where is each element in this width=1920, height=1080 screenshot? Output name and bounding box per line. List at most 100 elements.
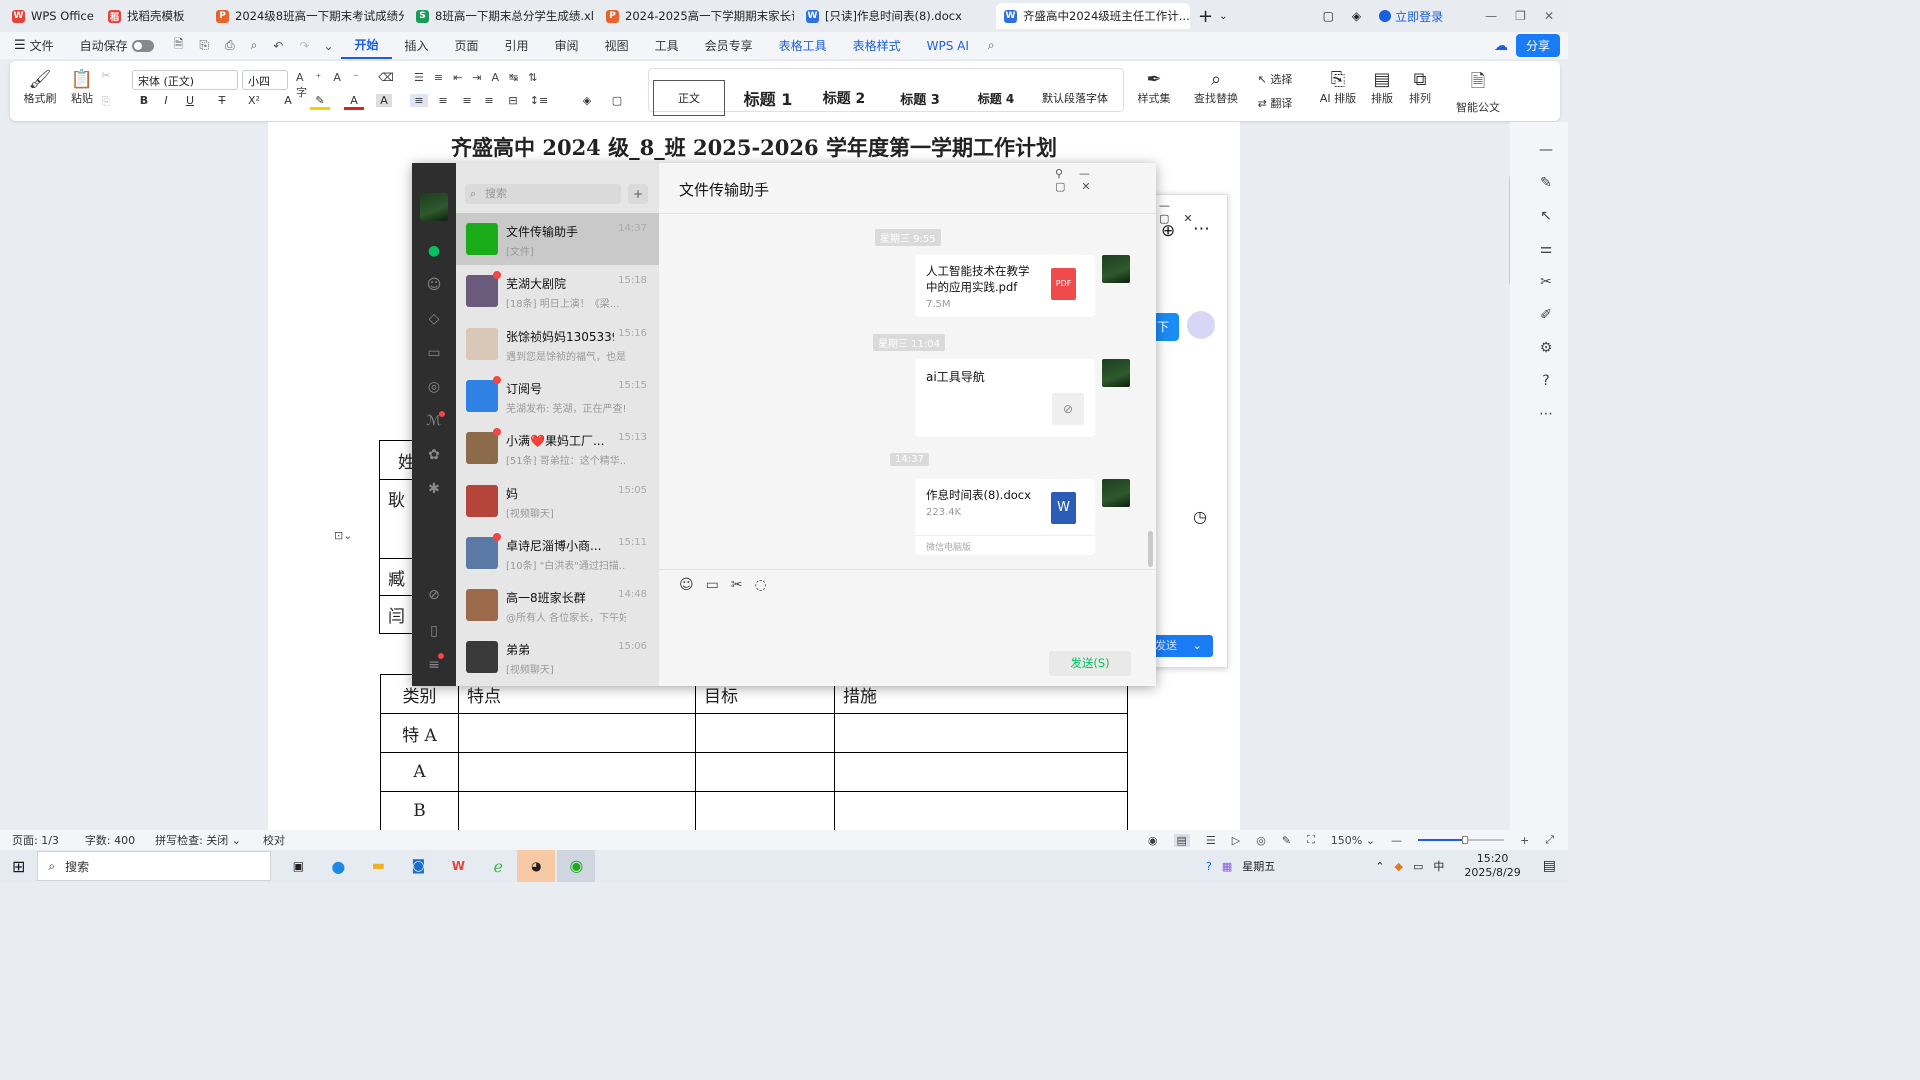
clear-format-icon[interactable]: ⌫ — [378, 71, 394, 84]
autosave-toggle[interactable] — [131, 39, 154, 52]
add-contact-button[interactable]: + — [628, 184, 648, 204]
copy-icon[interactable]: ⎘ — [98, 95, 114, 109]
chevron-up-icon[interactable]: ⌃ — [1375, 860, 1384, 873]
underline-button[interactable]: U — [180, 94, 200, 107]
list-item[interactable]: 张馀祯妈妈1305339... 15:16 遇到您是馀祯的福气，也是... — [456, 318, 659, 370]
chat-history-icon[interactable]: ◌ — [755, 577, 779, 593]
menu-insert[interactable]: 插入 — [392, 32, 442, 59]
menu-home[interactable]: 开始 — [341, 32, 392, 59]
sender-avatar[interactable] — [1102, 479, 1130, 507]
list-tools[interactable]: ☰≡⇤⇥A↹⇅ — [414, 71, 614, 84]
clock[interactable]: 15:20 2025/8/29 — [1464, 852, 1520, 880]
format-brush-button[interactable]: 🖌 格式刷 — [20, 69, 60, 106]
link-icon[interactable]: ⊘ — [426, 587, 442, 603]
save-icon[interactable]: 🗎 — [174, 35, 184, 56]
style-heading-2[interactable]: 标题 2 — [809, 80, 879, 116]
help-icon[interactable]: ? — [1536, 365, 1556, 398]
align-center-icon[interactable]: ≡ — [434, 94, 452, 107]
eye-icon[interactable]: ◉ — [1148, 834, 1158, 847]
list-item[interactable]: 小满❤️果妈工厂... 15:13 [51条] 哥弟拉：这个精华... — [456, 422, 659, 474]
edit-icon[interactable]: ✐ — [1536, 299, 1556, 332]
italic-button[interactable]: I — [156, 94, 176, 107]
edge-icon[interactable]: ● — [323, 857, 353, 876]
sender-avatar[interactable] — [1102, 359, 1130, 387]
minimize-icon[interactable]: — — [1485, 9, 1497, 23]
web-view-icon[interactable]: ◎ — [1256, 834, 1266, 847]
folder-icon[interactable]: ▭ — [426, 345, 442, 361]
justify-icon[interactable]: ≡ — [480, 94, 498, 107]
table-handle-icon[interactable]: ⊡⌄ — [334, 529, 364, 545]
tab-ppt-parent-class[interactable]: P2024-2025高一下学期期末家长课堂... — [598, 3, 794, 29]
chevron-down-icon[interactable]: ⌄ — [1219, 11, 1227, 22]
cut-icon[interactable]: ✂ — [98, 69, 114, 82]
restore-icon[interactable]: ❐ — [1515, 9, 1526, 23]
zoom-level[interactable]: 150% ⌄ — [1331, 834, 1375, 847]
wechat-search-input[interactable]: ⌕ 搜索 — [465, 184, 621, 204]
send-button-behind[interactable]: 发送 ⌄ — [1151, 635, 1213, 657]
my-avatar[interactable] — [420, 193, 448, 221]
spell-check-status[interactable]: 拼写检查: 关闭 ⌄ — [155, 832, 241, 848]
menu-tools[interactable]: 工具 — [642, 32, 692, 59]
style-default-para[interactable]: 默认段落字体 — [1037, 80, 1113, 116]
tab-docx-schedule[interactable]: W [只读]作息时间表(8).docx — [798, 3, 992, 29]
shading-icon[interactable]: ◈ — [576, 94, 598, 107]
login-button[interactable]: 立即登录 — [1379, 8, 1443, 25]
link-message[interactable]: ai工具导航 ⊘ — [915, 359, 1095, 437]
menu-vip[interactable]: 会员专享 — [692, 32, 766, 59]
font-color-icon[interactable]: A — [344, 94, 364, 110]
list-item[interactable]: 订阅号 15:15 芜湖发布: 芜湖，正在严查! — [456, 370, 659, 422]
ime-indicator[interactable]: 中 — [1433, 858, 1444, 874]
style-heading-4[interactable]: 标题 4 — [961, 80, 1031, 116]
tab-docx-work-plan[interactable]: W 齐盛高中2024级班主任工作计... — [996, 3, 1190, 29]
more-icon[interactable]: ⋯ — [1193, 219, 1210, 239]
page-view-icon[interactable]: ▤ — [1173, 833, 1190, 847]
page-indicator[interactable]: 页面: 1/3 — [12, 832, 59, 848]
menu-review[interactable]: 审阅 — [542, 32, 592, 59]
print-icon[interactable]: ⎙ — [225, 38, 235, 53]
style-set-button[interactable]: ✒ 样式集 — [1132, 69, 1176, 106]
play-icon[interactable]: ▷ — [1232, 834, 1240, 847]
list-item[interactable]: 卓诗尼淄博小商... 15:11 [10条] "白洪表"通过扫描... — [456, 527, 659, 579]
sender-avatar[interactable] — [1102, 255, 1130, 283]
minus-icon[interactable]: — — [1536, 134, 1556, 167]
share-button[interactable]: 分享 — [1515, 34, 1560, 57]
font-size-select[interactable]: 小四 — [242, 70, 288, 90]
wps-taskbar-icon[interactable]: W — [443, 859, 473, 873]
menu-table-tools[interactable]: 表格工具 — [766, 32, 840, 59]
notification-icon[interactable]: ▤ — [1543, 858, 1556, 874]
chat-scrollbar[interactable] — [1148, 531, 1153, 567]
menu-wps-ai[interactable]: WPS AI — [914, 32, 982, 59]
more-icon[interactable]: ⋯ — [1536, 398, 1556, 431]
hamburger-icon[interactable]: ☰ — [14, 38, 26, 53]
qq-icon[interactable]: ◕ — [517, 850, 556, 882]
pen-icon[interactable]: ✎ — [1536, 167, 1556, 200]
ai-layout-button[interactable]: ⎘ AI 排版 — [1316, 69, 1360, 106]
menu-icon[interactable]: ≡ — [426, 657, 442, 673]
cloud-upload-icon[interactable]: ☁ — [1494, 38, 1508, 54]
translate-button[interactable]: ⇄ 翻译 — [1250, 95, 1300, 111]
list-item[interactable]: 芜湖大剧院 15:18 [18条] 明日上演！《梁... — [456, 265, 659, 317]
tab-ppt-score-analysis[interactable]: P2024级8班高一下期末考试成绩分析... — [208, 3, 404, 29]
preview-icon[interactable]: ⌕ — [251, 38, 258, 53]
proofread-button[interactable]: 校对 — [263, 832, 285, 848]
arrange-button[interactable]: ⧉ 排列 — [1402, 69, 1438, 106]
zoom-in-icon[interactable]: + — [1520, 834, 1529, 847]
char-shading-icon[interactable]: A — [376, 94, 392, 107]
list-item[interactable]: 文件传输助手 14:37 [文件] — [456, 213, 659, 265]
emoji-icon[interactable]: ☺ — [679, 577, 706, 593]
help-tray-icon[interactable]: ? — [1206, 860, 1212, 873]
clock-icon[interactable]: ◷ — [1193, 507, 1207, 526]
cube-icon[interactable]: ◈ — [1352, 9, 1361, 23]
close-icon[interactable]: ✕ — [1544, 9, 1554, 23]
menu-view[interactable]: 视图 — [592, 32, 642, 59]
align-right-icon[interactable]: ≡ — [458, 94, 476, 107]
strikethrough-button[interactable]: T — [212, 94, 232, 107]
align-left-icon[interactable]: ≡ — [410, 94, 428, 107]
window-tile-icon[interactable]: ▢ — [1323, 9, 1334, 23]
list-item[interactable]: 妈 15:05 [视频聊天] — [456, 475, 659, 527]
file-message-docx[interactable]: 作息时间表(8).docx 223.4K W 微信电脑版 — [915, 479, 1095, 555]
pen-icon[interactable]: ✎ — [1282, 834, 1291, 847]
list-item[interactable]: 高一8班家长群 14:48 @所有人 各位家长，下午好... — [456, 579, 659, 631]
phone-icon[interactable]: ▯ — [426, 623, 442, 639]
cursor-icon[interactable]: ↖ — [1536, 200, 1556, 233]
